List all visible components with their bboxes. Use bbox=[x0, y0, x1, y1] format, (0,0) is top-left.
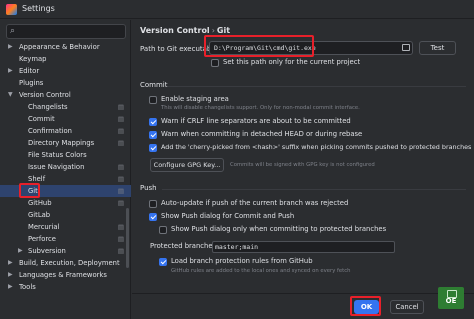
sidebar-item-editor[interactable]: ▶ Editor bbox=[0, 65, 131, 77]
project-settings-icon: ▤ bbox=[117, 103, 124, 111]
breadcrumb-current: Git bbox=[216, 26, 231, 35]
section-divider bbox=[162, 189, 466, 190]
sidebar-item-directory-mappings[interactable]: Directory Mappings ▤ bbox=[0, 137, 131, 149]
sidebar-item-appearance-behavior[interactable]: ▶ Appearance & Behavior bbox=[0, 41, 131, 53]
section-divider bbox=[168, 86, 466, 87]
sidebar-scrollbar[interactable] bbox=[126, 208, 129, 268]
chevron-right-icon: ▶ bbox=[8, 67, 13, 74]
sidebar-item-tools[interactable]: ▶ Tools bbox=[0, 281, 131, 293]
protected-only-label: Show Push dialog only when committing to… bbox=[171, 225, 387, 233]
chevron-right-icon: ▶ bbox=[8, 283, 13, 290]
project-settings-icon: ▤ bbox=[117, 175, 124, 183]
protected-branches-label: Protected branches: bbox=[150, 242, 219, 250]
protected-branches-input[interactable]: master;main bbox=[212, 241, 395, 253]
project-settings-icon: ▤ bbox=[117, 235, 124, 243]
project-settings-icon: ▤ bbox=[117, 163, 124, 171]
sidebar-item-issue-navigation[interactable]: Issue Navigation ▤ bbox=[0, 161, 131, 173]
project-only-label: Set this path only for the current proje… bbox=[223, 58, 361, 66]
highlight-box-git-path bbox=[204, 35, 314, 57]
auto-update-checkbox[interactable] bbox=[149, 200, 157, 208]
settings-search-input[interactable]: ⌕ bbox=[6, 24, 126, 39]
project-settings-icon: ▤ bbox=[117, 247, 124, 255]
sidebar-item-file-status-colors[interactable]: File Status Colors bbox=[0, 149, 131, 161]
dialog-footer: OK Cancel bbox=[132, 293, 474, 319]
title-bar: Settings bbox=[0, 0, 474, 19]
chevron-right-icon: ▶ bbox=[18, 247, 23, 254]
sidebar-item-commit[interactable]: Commit ▤ bbox=[0, 113, 131, 125]
show-push-dialog-label: Show Push dialog for Commit and Push bbox=[161, 212, 295, 220]
gpg-hint: Commits will be signed with GPG key is n… bbox=[230, 162, 375, 168]
chevron-right-icon: ▶ bbox=[8, 43, 13, 50]
detached-head-label: Warn when committing in detached HEAD or… bbox=[161, 130, 363, 138]
breadcrumb: Version Control › Git bbox=[140, 26, 230, 35]
sidebar-item-plugins[interactable]: Plugins bbox=[0, 77, 131, 89]
commit-section-title: Commit bbox=[140, 81, 168, 89]
project-settings-icon: ▤ bbox=[117, 187, 124, 195]
staging-area-hint: This will disable changelists support. O… bbox=[161, 105, 360, 111]
chevron-down-icon: ▼ bbox=[8, 91, 13, 98]
project-settings-icon: ▤ bbox=[117, 223, 124, 231]
project-only-checkbox[interactable] bbox=[211, 59, 219, 67]
git-settings-panel: Version Control › Git Path to Git executab… bbox=[132, 20, 474, 319]
breadcrumb-separator: › bbox=[211, 26, 215, 35]
folder-icon[interactable] bbox=[402, 44, 410, 51]
crlf-warning-checkbox[interactable] bbox=[149, 118, 157, 126]
project-settings-icon: ▤ bbox=[117, 115, 124, 123]
detached-head-checkbox[interactable] bbox=[149, 131, 157, 139]
app-logo-icon bbox=[6, 4, 17, 15]
chevron-right-icon: ▶ bbox=[8, 271, 13, 278]
cherry-picked-checkbox[interactable] bbox=[149, 144, 157, 152]
sidebar-item-mercurial[interactable]: Mercurial ▤ bbox=[0, 221, 131, 233]
corner-badge: OE bbox=[438, 287, 464, 309]
chevron-right-icon: ▶ bbox=[8, 259, 13, 266]
sidebar-item-perforce[interactable]: Perforce ▤ bbox=[0, 233, 131, 245]
staging-area-checkbox[interactable] bbox=[149, 96, 157, 104]
highlight-box-ok bbox=[350, 296, 381, 316]
sidebar-item-gitlab[interactable]: GitLab bbox=[0, 209, 131, 221]
sidebar-item-version-control[interactable]: ▼ Version Control bbox=[0, 89, 131, 101]
load-rules-hint: GitHub rules are added to the local ones… bbox=[171, 268, 351, 274]
project-settings-icon: ▤ bbox=[117, 139, 124, 147]
load-rules-label: Load branch protection rules from GitHub bbox=[171, 257, 313, 265]
sidebar-item-github[interactable]: GitHub ▤ bbox=[0, 197, 131, 209]
auto-update-label: Auto-update if push of the current branc… bbox=[161, 199, 349, 207]
sidebar-item-keymap[interactable]: Keymap bbox=[0, 53, 131, 65]
sidebar-item-confirmation[interactable]: Confirmation ▤ bbox=[0, 125, 131, 137]
push-section-title: Push bbox=[140, 184, 157, 192]
test-button[interactable]: Test bbox=[419, 41, 456, 55]
window-title: Settings bbox=[22, 4, 55, 13]
cherry-picked-label: Add the 'cherry-picked from <hash>' suff… bbox=[161, 143, 472, 151]
cancel-button[interactable]: Cancel bbox=[390, 300, 424, 314]
load-rules-checkbox[interactable] bbox=[159, 258, 167, 266]
staging-area-label: Enable staging area bbox=[161, 95, 229, 103]
configure-gpg-key-button[interactable]: Configure GPG Key... bbox=[150, 158, 224, 172]
sidebar-item-build-execution-deployment[interactable]: ▶ Build, Execution, Deployment bbox=[0, 257, 131, 269]
project-settings-icon: ▤ bbox=[117, 199, 124, 207]
highlight-box-git-item bbox=[19, 183, 40, 198]
sidebar-item-subversion[interactable]: ▶ Subversion ▤ bbox=[0, 245, 131, 257]
project-settings-icon: ▤ bbox=[117, 127, 124, 135]
crlf-warning-label: Warn if CRLF line separators are about t… bbox=[161, 117, 351, 125]
sidebar-item-changelists[interactable]: Changelists ▤ bbox=[0, 101, 131, 113]
breadcrumb-parent[interactable]: Version Control bbox=[140, 26, 210, 35]
protected-only-checkbox[interactable] bbox=[159, 226, 167, 234]
show-push-dialog-checkbox[interactable] bbox=[149, 213, 157, 221]
search-icon: ⌕ bbox=[10, 26, 16, 36]
sidebar-item-languages-frameworks[interactable]: ▶ Languages & Frameworks bbox=[0, 269, 131, 281]
settings-sidebar: ⌕ ▶ Appearance & Behavior Keymap ▶ Edito… bbox=[0, 20, 131, 319]
